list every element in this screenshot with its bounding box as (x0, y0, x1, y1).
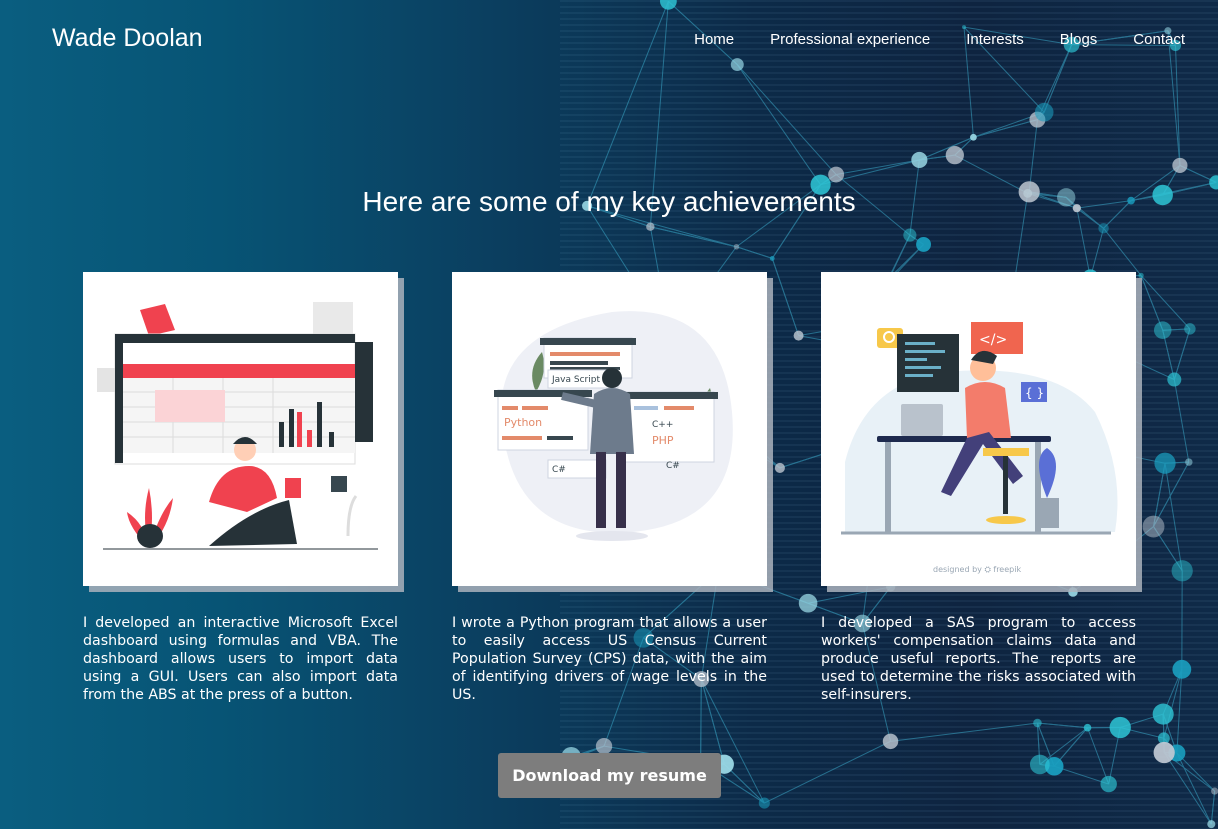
braces-icon: { } (1025, 386, 1044, 400)
label-csharp-left: C# (552, 465, 566, 475)
excel-dashboard-illustration (83, 272, 398, 586)
python-program-illustration: Python C++ PHP C# Java Script C# (452, 272, 767, 586)
site-brand[interactable]: Wade Doolan (52, 24, 203, 53)
achievement-card-python: Python C++ PHP C# Java Script C# I wrote… (452, 272, 767, 703)
nav-professional-experience[interactable]: Professional experience (770, 31, 930, 48)
freepik-credit: designed by ⛭ freepik (933, 565, 1021, 574)
achievement-card-excel: I developed an interactive Microsoft Exc… (83, 272, 398, 703)
nav-contact[interactable]: Contact (1133, 31, 1185, 48)
nav-blogs[interactable]: Blogs (1060, 31, 1098, 48)
page-heading: Here are some of my key achievements (362, 186, 856, 217)
achievement-text: I developed a SAS program to access work… (821, 615, 1136, 703)
achievement-text: I developed an interactive Microsoft Exc… (83, 615, 398, 703)
download-resume-button[interactable]: Download my resume (498, 753, 721, 798)
code-icon: </> (979, 332, 1007, 348)
achievement-text: I wrote a Python program that allows a u… (452, 615, 767, 703)
achievement-card-sas: </> { } designed by ⛭ freepik I develope… (821, 272, 1136, 703)
label-python: Python (504, 416, 542, 429)
sas-program-illustration: </> { } designed by ⛭ freepik (821, 272, 1136, 586)
nav-home[interactable]: Home (694, 31, 734, 48)
label-javascript: Java Script (551, 375, 600, 385)
nav-interests[interactable]: Interests (966, 31, 1024, 48)
label-cpp: C++ (652, 420, 673, 430)
label-csharp-right: C# (666, 461, 680, 471)
label-php: PHP (652, 434, 674, 447)
main-nav: Home Professional experience Interests B… (694, 31, 1185, 48)
